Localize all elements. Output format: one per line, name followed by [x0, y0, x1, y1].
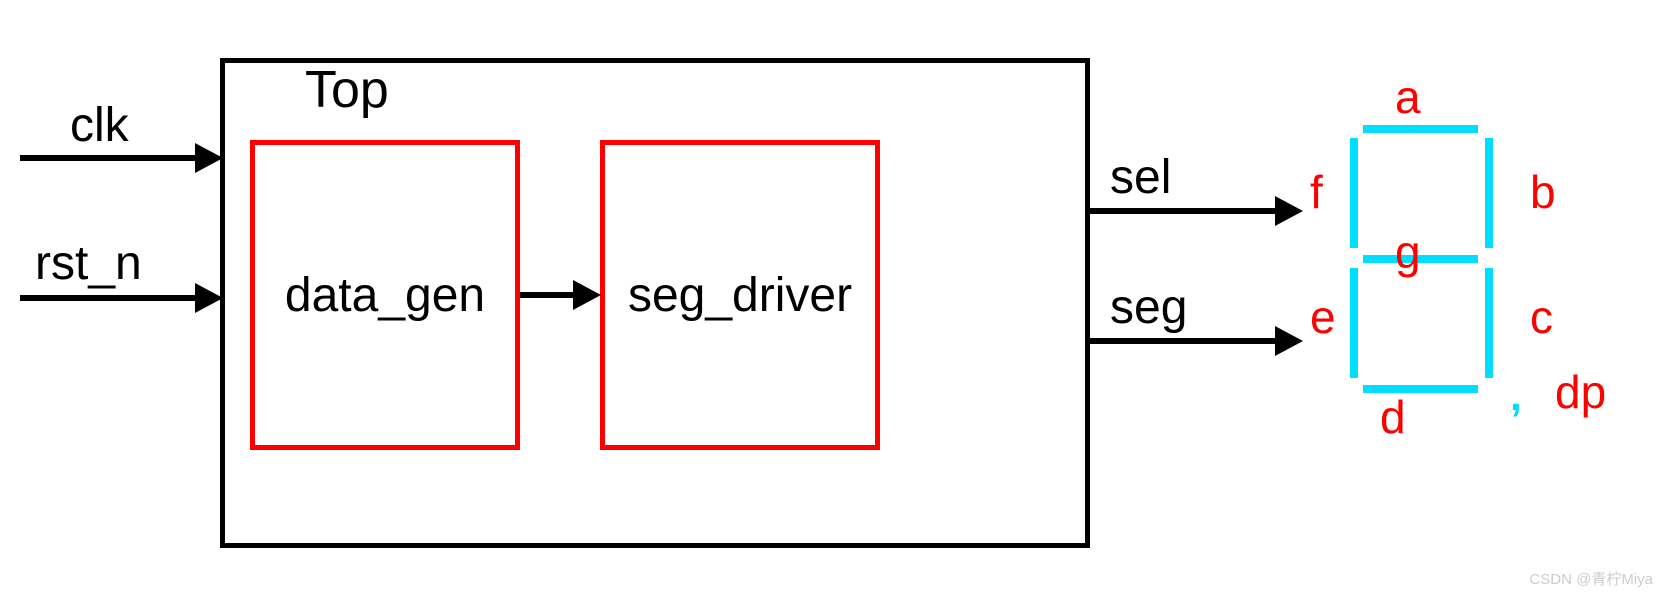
clk-signal-label: clk: [70, 98, 129, 153]
rstn-signal-label: rst_n: [35, 236, 142, 291]
rstn-arrow-line: [20, 295, 200, 301]
watermark-text: CSDN @青柠Miya: [1529, 568, 1653, 589]
seg-label-a: a: [1395, 70, 1421, 124]
seg-label-dp: dp: [1555, 365, 1606, 419]
seg-driver-label: seg_driver: [628, 268, 852, 323]
clk-arrow-head: [195, 143, 223, 173]
seven-segment-display: ,: [1335, 110, 1515, 410]
seg-label-c: c: [1530, 290, 1553, 344]
segment-f: [1350, 138, 1358, 248]
rstn-arrow-head: [195, 283, 223, 313]
data-gen-block: data_gen: [250, 140, 520, 450]
clk-arrow-line: [20, 155, 200, 161]
internal-arrow-head: [573, 280, 601, 310]
seg-arrow-head: [1275, 326, 1303, 356]
sel-arrow-head: [1275, 196, 1303, 226]
seg-driver-block: seg_driver: [600, 140, 880, 450]
seg-label-d: d: [1380, 390, 1406, 444]
top-module-label: Top: [305, 60, 389, 120]
segment-a: [1363, 125, 1478, 133]
seg-label-e: e: [1310, 290, 1336, 344]
seg-label-b: b: [1530, 165, 1556, 219]
segment-c: [1485, 268, 1493, 378]
segment-dp: ,: [1510, 372, 1522, 420]
segment-b: [1485, 138, 1493, 248]
seg-label-f: f: [1310, 165, 1323, 219]
sel-arrow-line: [1090, 208, 1280, 214]
internal-arrow-line: [520, 292, 578, 298]
segment-e: [1350, 268, 1358, 378]
seg-label-g: g: [1395, 225, 1421, 279]
seg-signal-label: seg: [1110, 280, 1187, 335]
seg-arrow-line: [1090, 338, 1280, 344]
sel-signal-label: sel: [1110, 150, 1171, 205]
data-gen-label: data_gen: [285, 268, 485, 323]
